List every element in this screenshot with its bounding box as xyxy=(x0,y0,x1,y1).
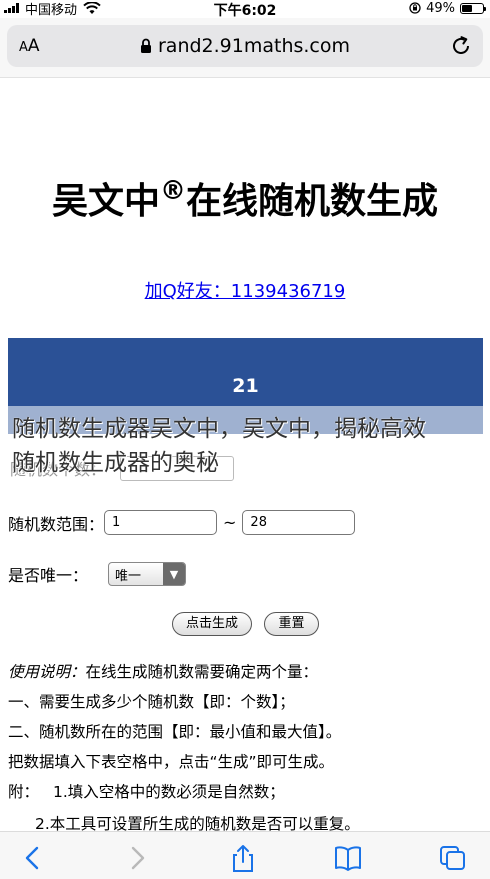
url-display[interactable]: rand2.91maths.com xyxy=(7,35,483,57)
page-title-rest: 在线随机数生成 xyxy=(186,181,439,222)
range-row: 随机数范围： ~ xyxy=(8,510,356,535)
range-label: 随机数范围： xyxy=(8,514,105,534)
range-max-input[interactable] xyxy=(242,510,356,535)
instructions-intro-text: 在线生成随机数需要确定两个量： xyxy=(85,663,319,681)
overlay-caption-line-2: 随机数生成器的奥秘 xyxy=(12,450,219,476)
unique-select[interactable]: 唯一 ▼ xyxy=(108,562,187,586)
unique-row: 是否唯一： 唯一 ▼ xyxy=(8,562,187,586)
page-title-name: 吴文中 xyxy=(51,181,160,222)
forward-icon[interactable] xyxy=(122,844,152,872)
instructions-note-1: 附： 1.填入空格中的数必须是自然数； xyxy=(8,780,285,802)
instructions-heading: 使用说明： xyxy=(8,663,86,681)
url-text: rand2.91maths.com xyxy=(157,35,351,57)
unique-selected-value: 唯一 xyxy=(115,568,142,584)
battery-level xyxy=(462,4,472,12)
reload-icon[interactable] xyxy=(449,34,473,58)
overlay-caption-line-1: 随机数生成器吴文中，吴文中，揭秘高效 xyxy=(12,416,426,442)
orientation-lock-icon xyxy=(409,2,421,14)
instructions-intro: 使用说明：在线生成随机数需要确定两个量： xyxy=(8,660,318,682)
overlay-caption: 随机数生成器吴文中，吴文中，揭秘高效 随机数生成器的奥秘 xyxy=(12,412,487,480)
qq-contact-link[interactable]: 加Q好友：1139436719 xyxy=(0,277,490,303)
note-prefix: 附： xyxy=(8,783,40,801)
note-1-text: 1.填入空格中的数必须是自然数； xyxy=(53,783,285,801)
browser-top-bar: AA rand2.91maths.com xyxy=(0,18,490,78)
instructions-line-2: 二、随机数所在的范围【即：最小值和最大值】。 xyxy=(8,723,342,741)
browser-toolbar xyxy=(0,831,490,879)
tabs-icon[interactable] xyxy=(438,844,468,872)
battery-percent: 49% xyxy=(426,0,455,16)
range-separator: ~ xyxy=(223,513,237,532)
share-icon[interactable] xyxy=(228,844,258,872)
random-result: 21 xyxy=(232,375,259,397)
dropdown-arrow-icon: ▼ xyxy=(163,563,186,585)
bookmarks-icon[interactable] xyxy=(333,844,363,872)
registered-mark: ® xyxy=(160,176,186,206)
status-right: 49% xyxy=(409,0,486,16)
status-bar: 中国移动 下午6:02 49% xyxy=(0,0,490,19)
instructions-line-3: 把数据填入下表空格中，点击“生成”即可生成。 xyxy=(8,753,335,771)
range-min-input[interactable] xyxy=(104,510,218,535)
unique-label: 是否唯一： xyxy=(8,566,89,585)
battery-icon xyxy=(460,2,486,14)
address-bar[interactable]: AA rand2.91maths.com xyxy=(7,25,483,67)
instructions-line-1: 一、需要生成多少个随机数【即：个数】； xyxy=(8,693,295,711)
generate-button[interactable]: 点击生成 xyxy=(172,612,252,636)
reset-button[interactable]: 重置 xyxy=(264,612,319,636)
result-panel: 21 xyxy=(8,338,483,406)
lock-icon xyxy=(140,38,151,53)
page-title: 吴文中®在线随机数生成 xyxy=(0,172,490,224)
back-icon[interactable] xyxy=(18,844,48,872)
